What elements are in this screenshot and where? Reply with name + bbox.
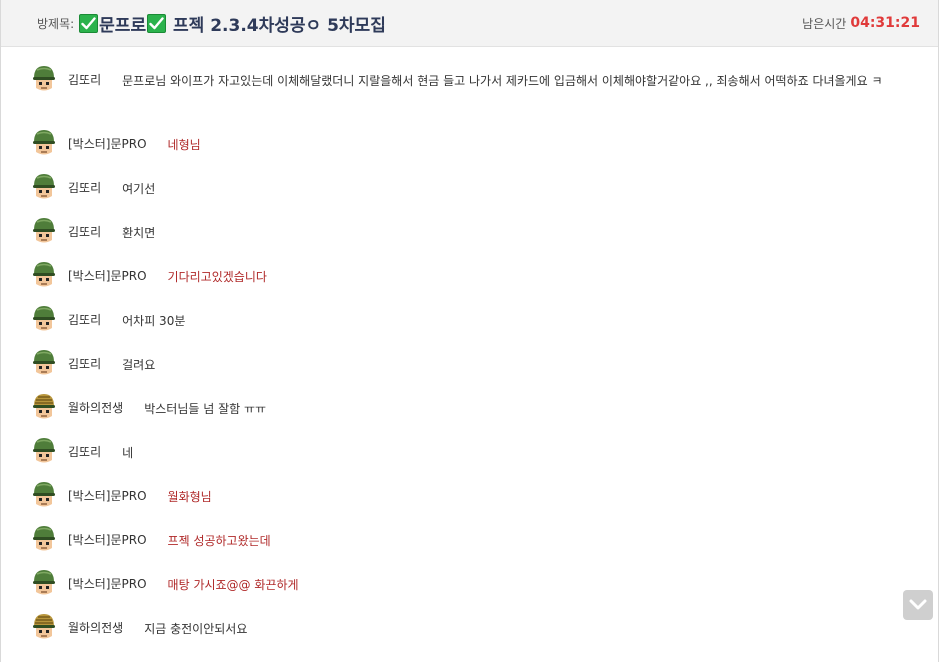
chat-message: 월하의전생 박스터님들 넘 잘함 ㅠㅠ bbox=[31, 394, 898, 426]
chat-message: [박스터]문PRO 프젝 성공하고왔는데 bbox=[31, 526, 898, 558]
chat-message: 김또리 문프로님 와이프가 자고있는데 이체해달랬더니 지랄을해서 현금 들고 나… bbox=[31, 66, 898, 98]
message-nickname[interactable]: [박스터]문PRO bbox=[68, 530, 147, 550]
message-text: 지금 충전이안되서요 bbox=[144, 622, 248, 636]
user-avatar-icon[interactable] bbox=[31, 614, 57, 646]
user-avatar-icon[interactable] bbox=[31, 174, 57, 206]
message-nickname[interactable]: 김또리 bbox=[68, 222, 101, 242]
chat-message-list[interactable]: 김또리 문프로님 와이프가 자고있는데 이체해달랬더니 지랄을해서 현금 들고 나… bbox=[1, 48, 938, 662]
message-nickname[interactable]: [박스터]문PRO bbox=[68, 486, 147, 506]
remaining-time-label: 남은시간 bbox=[802, 16, 847, 31]
message-nickname[interactable]: [박스터]문PRO bbox=[68, 574, 147, 594]
message-text: 어차피 30분 bbox=[122, 314, 186, 328]
check-box-icon bbox=[79, 13, 99, 33]
message-text: 걸려요 bbox=[122, 358, 156, 372]
room-header: 방제목: 문프로 프젝 2.3.4차성공ㅇ 5차모집 남은시간 04:31:21 bbox=[1, 0, 938, 47]
message-text: 네형님 bbox=[167, 138, 201, 152]
room-title: 문프로 프젝 2.3.4차성공ㅇ 5차모집 bbox=[78, 11, 386, 36]
message-text: 기다리고있겠습니다 bbox=[167, 270, 267, 284]
message-nickname[interactable]: 월하의전생 bbox=[68, 618, 123, 638]
user-avatar-icon[interactable] bbox=[31, 350, 57, 382]
chat-message: [박스터]문PRO 기다리고있겠습니다 bbox=[31, 262, 898, 294]
user-avatar-icon[interactable] bbox=[31, 306, 57, 338]
message-nickname[interactable]: 월하의전생 bbox=[68, 398, 123, 418]
message-text: 매탕 가시죠@@ 화끈하게 bbox=[167, 578, 299, 592]
user-avatar-icon[interactable] bbox=[31, 570, 57, 602]
message-nickname[interactable]: 김또리 bbox=[68, 354, 101, 374]
user-avatar-icon[interactable] bbox=[31, 438, 57, 470]
message-nickname[interactable]: 김또리 bbox=[68, 70, 101, 90]
remaining-time-value: 04:31:21 bbox=[850, 15, 920, 31]
message-text: 네 bbox=[122, 446, 134, 460]
scroll-down-button[interactable] bbox=[903, 590, 933, 620]
room-title-part-1: 문프로 bbox=[99, 15, 147, 36]
message-text: 여기선 bbox=[122, 182, 156, 196]
chat-message: 김또리 네 bbox=[31, 438, 898, 470]
chat-message: [박스터]문PRO 네형님 bbox=[31, 130, 898, 162]
chevron-down-icon bbox=[909, 599, 927, 610]
user-avatar-icon[interactable] bbox=[31, 66, 57, 98]
message-nickname[interactable]: 김또리 bbox=[68, 310, 101, 330]
message-text: 환치면 bbox=[122, 226, 156, 240]
message-nickname[interactable]: 김또리 bbox=[68, 442, 101, 462]
user-avatar-icon[interactable] bbox=[31, 394, 57, 426]
message-text: 월화형님 bbox=[167, 490, 212, 504]
user-avatar-icon[interactable] bbox=[31, 262, 57, 294]
message-nickname[interactable]: [박스터]문PRO bbox=[68, 134, 147, 154]
chat-message: 김또리 걸려요 bbox=[31, 350, 898, 382]
chat-message: 월하의전생 지금 충전이안되서요 bbox=[31, 614, 898, 646]
message-text: 문프로님 와이프가 자고있는데 이체해달랬더니 지랄을해서 현금 들고 나가서 … bbox=[122, 74, 883, 88]
message-text: 프젝 성공하고왔는데 bbox=[167, 534, 271, 548]
message-nickname[interactable]: 김또리 bbox=[68, 178, 101, 198]
user-avatar-icon[interactable] bbox=[31, 218, 57, 250]
chat-message: [박스터]문PRO 매탕 가시죠@@ 화끈하게 bbox=[31, 570, 898, 602]
message-text: 박스터님들 넘 잘함 ㅠㅠ bbox=[144, 402, 267, 416]
check-box-icon bbox=[147, 13, 167, 33]
user-avatar-icon[interactable] bbox=[31, 482, 57, 514]
room-title-part-2: 프젝 2.3.4차성공ㅇ 5차모집 bbox=[167, 15, 386, 36]
user-avatar-icon[interactable] bbox=[31, 130, 57, 162]
chat-message: [박스터]문PRO 월화형님 bbox=[31, 482, 898, 514]
message-nickname[interactable]: [박스터]문PRO bbox=[68, 266, 147, 286]
chat-window: 방제목: 문프로 프젝 2.3.4차성공ㅇ 5차모집 남은시간 04:31:21… bbox=[0, 0, 939, 662]
user-avatar-icon[interactable] bbox=[31, 526, 57, 558]
room-title-label: 방제목: bbox=[37, 16, 75, 31]
chat-message: 김또리 어차피 30분 bbox=[31, 306, 898, 338]
chat-message: 김또리 환치면 bbox=[31, 218, 898, 250]
chat-message: 김또리 여기선 bbox=[31, 174, 898, 206]
